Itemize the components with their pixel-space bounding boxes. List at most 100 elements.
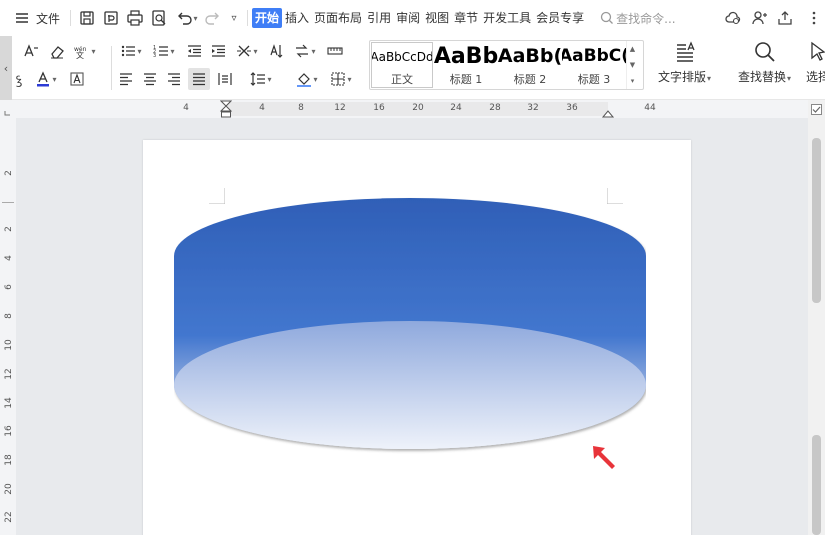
line-spacing-button[interactable]: ▾ (246, 68, 276, 90)
font-size-increase-button[interactable] (20, 40, 42, 62)
swap-icon (296, 44, 309, 58)
chevron-up-icon: ▲ (629, 45, 636, 53)
style-card-1[interactable]: AaBb 标题 1 (434, 41, 498, 89)
tab-0[interactable]: 开始 (252, 8, 283, 28)
checkbox-icon[interactable] (811, 104, 822, 115)
tab-8[interactable]: 会员专享 (534, 8, 586, 28)
clear-format-button[interactable] (46, 40, 68, 62)
style-card-2[interactable]: AaBb(标题 2 (498, 41, 562, 89)
align-left-button[interactable] (116, 68, 136, 90)
chinese-layout-icon (237, 45, 252, 57)
tab-2[interactable]: 页面布局 (312, 8, 364, 28)
search-placeholder: 查找命令... (616, 11, 676, 26)
more-menu-button[interactable] (806, 6, 822, 30)
phonetic-icon: wén文 (74, 46, 87, 59)
styles-gallery-scroll[interactable]: ▲ ▼ ▾ (626, 41, 638, 89)
find-replace-button[interactable]: 查找替换▾ (738, 40, 791, 85)
align-center-button[interactable] (140, 68, 160, 90)
scrollbar-thumb-lower[interactable] (812, 435, 821, 535)
justify-button[interactable] (188, 68, 210, 90)
document-page[interactable] (143, 140, 691, 535)
ribbon-scroll-left[interactable]: ‹ (0, 36, 12, 100)
cloud-button[interactable] (721, 6, 745, 30)
right-indent-marker-icon[interactable] (602, 106, 614, 118)
horizontal-ruler[interactable]: 4 4 8 12 16 20 24 28 32 36 44 (0, 100, 808, 118)
share-icon (778, 11, 792, 25)
bullet-list-button[interactable]: ▾ (116, 40, 146, 62)
collaborate-button[interactable] (747, 6, 771, 30)
tab-stop-icon[interactable] (0, 100, 16, 118)
shading-button[interactable]: ▾ (292, 68, 322, 90)
ruler-tick-label: 44 (644, 103, 656, 113)
export-pdf-icon (104, 11, 118, 25)
eraser-icon (51, 46, 64, 59)
vertical-ruler[interactable]: 2 2 4 6 8 10 12 14 16 18 20 22 (0, 118, 16, 535)
text-direction-button[interactable] (266, 40, 288, 62)
ruler-tick-label: 6 (4, 284, 14, 290)
print-preview-button[interactable] (147, 6, 171, 30)
style-card-0[interactable]: AaBbCcDd 正文 (371, 42, 433, 88)
share-button[interactable] (773, 6, 797, 30)
style-preview: AaBb (434, 43, 498, 69)
cylinder-shape[interactable] (174, 190, 646, 458)
align-left-icon (120, 73, 132, 86)
redo-button[interactable] (201, 6, 225, 30)
ruler-tick-label: 12 (334, 103, 346, 113)
align-right-button[interactable] (164, 68, 184, 90)
tab-6[interactable]: 章节 (452, 8, 480, 28)
sort-button[interactable]: ▾ (290, 40, 320, 62)
ruler-corner (0, 100, 16, 118)
vertical-scrollbar[interactable] (808, 100, 825, 535)
scrollbar-thumb[interactable] (812, 138, 821, 303)
borders-button[interactable]: ▾ (326, 68, 356, 90)
hamburger-icon (16, 13, 28, 23)
cylinder-base-ellipse (174, 321, 646, 449)
paint-bucket-icon (297, 73, 312, 87)
chevron-down-icon: ▼ (629, 61, 636, 69)
styles-gallery: AaBbCcDd 正文 AaBb 标题 1 AaBb(标题 2 AaBbC(标题 3 ▲ … (369, 40, 644, 90)
divider (111, 46, 112, 90)
print-button[interactable] (123, 6, 147, 30)
line-spacing-icon (251, 72, 266, 86)
file-menu[interactable]: 文件 (14, 6, 60, 30)
font-color-icon (37, 71, 50, 87)
tab-5[interactable]: 视图 (423, 8, 451, 28)
font-tool-partial[interactable]: ꝣ (14, 68, 24, 90)
tab-1[interactable]: 插入 (283, 8, 311, 28)
numbered-list-icon: 123 (153, 45, 169, 59)
ribbon: ‹ wén 文 ▾ ꝣ ▾ ▾ 1 2 3 ▾ ▾ ▾ ▾ ▾ ▾ AaBbCc… (0, 36, 825, 100)
character-border-button[interactable] (66, 68, 88, 90)
undo-button[interactable]: ▾ (171, 6, 201, 30)
ruler-tick-label: 14 (4, 397, 14, 409)
text-layout-button[interactable]: 文字排版▾ (658, 40, 711, 85)
tab-4[interactable]: 审阅 (394, 8, 422, 28)
style-preview: AaBbC( (562, 46, 626, 66)
decrease-indent-button[interactable] (183, 40, 205, 62)
chinese-layout-button[interactable]: ▾ (232, 40, 262, 62)
document-area[interactable] (16, 118, 808, 535)
distribute-button[interactable] (214, 68, 236, 90)
show-marks-button[interactable] (324, 40, 346, 62)
increase-indent-button[interactable] (207, 40, 229, 62)
ruler-marks-icon (327, 47, 343, 55)
ruler-tick-label: 18 (4, 454, 14, 466)
style-name: 标题 2 (513, 73, 547, 86)
text-layout-label: 文字排版 (658, 70, 707, 84)
phonetic-guide-button[interactable]: wén 文 ▾ (70, 40, 100, 62)
numbered-list-button[interactable]: 1 2 3 ▾ (149, 40, 179, 62)
save-button[interactable] (75, 6, 99, 30)
red-arrow-icon (593, 446, 615, 469)
tab-3[interactable]: 引用 (365, 8, 393, 28)
select-button[interactable]: 选择 (806, 40, 825, 85)
export-pdf-button[interactable] (99, 6, 123, 30)
ruler-tick-label: 20 (4, 483, 14, 495)
style-card-3[interactable]: AaBbC(标题 3 (562, 41, 626, 89)
ruler-tick-label: 22 (4, 511, 14, 523)
indent-marker-icon[interactable] (220, 100, 232, 118)
command-search[interactable]: 查找命令... (600, 10, 676, 27)
quick-access-more[interactable]: ▿ (225, 6, 243, 30)
more-vertical-icon (812, 11, 816, 25)
font-size-icon (24, 44, 38, 57)
font-color-button[interactable]: ▾ (32, 68, 60, 90)
tab-7[interactable]: 开发工具 (481, 8, 533, 28)
